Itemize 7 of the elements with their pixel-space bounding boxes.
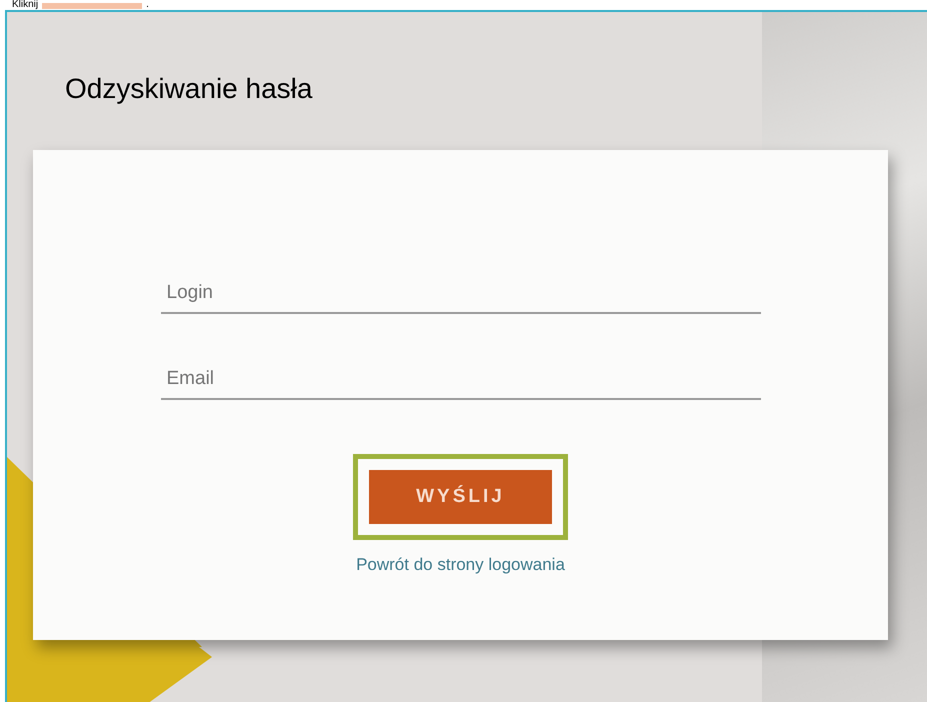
instruction-text: Kliknij <box>12 0 38 10</box>
text-field[interactable]: Email <box>160 354 760 400</box>
text-field[interactable]: Login <box>160 268 760 314</box>
back-to-login-link[interactable]: Powrót do strony logowania <box>356 552 565 578</box>
submit-button[interactable]: WYŚLIJ <box>369 470 552 524</box>
page-title: Odzyskiwanie hasła <box>65 72 314 106</box>
instruction-text: . <box>146 0 149 10</box>
